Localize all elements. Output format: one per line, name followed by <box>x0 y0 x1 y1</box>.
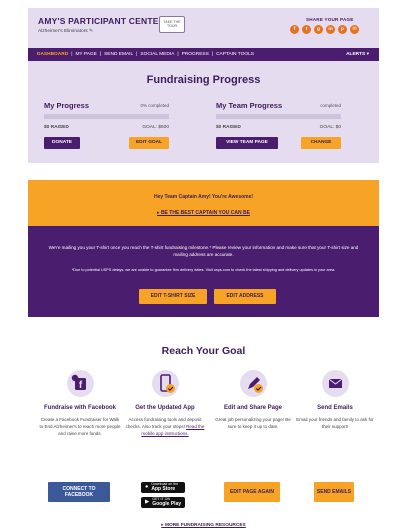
nav-separator: | <box>71 52 73 57</box>
google-plus-icon[interactable]: g <box>314 25 323 34</box>
nav-separator: | <box>177 52 179 57</box>
facebook-heading: Fundraise with Facebook <box>43 405 116 411</box>
nav-item-my-page[interactable]: MY PAGE <box>75 52 96 57</box>
tshirt-message: We're mailing you your T-shirt once you … <box>48 245 359 258</box>
send-emails-heading: Send Emails <box>317 405 353 411</box>
reach-goal-title: Reach Your Goal <box>161 345 246 357</box>
edit-share-page: Edit and Share Page Great job personaliz… <box>212 370 294 431</box>
team-name-link[interactable]: Alzheimer's Eliminators ✎ <box>38 29 93 34</box>
edit-goal-button[interactable]: EDIT GOAL <box>129 137 169 149</box>
section-title: Fundraising Progress <box>146 74 261 86</box>
facebook-description: Create a Facebook Fundraiser for Walk to… <box>39 416 121 436</box>
nav-items: DASHBOARD | MY PAGE | SEND EMAIL | SOCIAL MEDI… <box>37 48 254 61</box>
my-raised: $0 RAISED <box>44 125 69 130</box>
more-resources-link[interactable]: ▸ MORE FUNDRAISING RESOURCES <box>28 523 379 528</box>
main-nav: DASHBOARD | MY PAGE | SEND EMAIL | SOCIAL MEDI… <box>28 48 379 61</box>
nav-item-dashboard[interactable]: DASHBOARD <box>37 52 68 57</box>
pencil-check-icon <box>239 370 267 397</box>
edit-share-description: Great job personalizing your page! Be su… <box>215 416 291 429</box>
tshirt-note: *Due to potential USPS delays, we are un… <box>71 268 336 272</box>
alerts-dropdown[interactable]: ALERTS ▾ <box>346 48 369 61</box>
change-goal-button[interactable]: CHANGE <box>301 137 341 149</box>
edit-address-button[interactable]: EDIT ADDRESS <box>214 289 276 304</box>
app-heading: Get the Updated App <box>135 405 195 411</box>
nav-separator: | <box>136 52 138 57</box>
twitter-icon[interactable]: t <box>302 25 311 34</box>
apple-icon: ● <box>145 483 149 490</box>
envelope-icon <box>321 370 349 397</box>
connect-facebook-button[interactable]: CONNECT TO FACEBOOK <box>48 482 110 502</box>
share-label: SHARE YOUR PAGE <box>306 17 354 22</box>
team-raised: $0 RAISED <box>216 125 241 130</box>
fundraising-progress: Fundraising Progress My Progress 0% comp… <box>28 61 379 163</box>
google-play-badge[interactable]: ▶ GET IT ON Google Play <box>141 497 185 508</box>
team-progress: My Team Progress completed $0 RAISED GOA… <box>216 101 341 149</box>
app-store-label: App Store <box>151 485 176 492</box>
share-icons: f t g in p ✉ <box>290 25 359 34</box>
mobile-app: Get the Updated App Access fundraising t… <box>124 370 206 438</box>
send-emails-description: Email your friends and family to ask for… <box>296 416 374 429</box>
captain-message: Hey Team Captain Amy! You're Awesome! <box>153 194 254 200</box>
edit-page-again-button[interactable]: EDIT PAGE AGAIN <box>224 482 280 502</box>
facebook-fundraiser-icon: f <box>66 370 94 397</box>
captain-banner: Hey Team Captain Amy! You're Awesome! ▸ … <box>28 180 379 226</box>
tshirt-banner: We're mailing you your T-shirt once you … <box>28 226 379 317</box>
linkedin-icon[interactable]: in <box>326 25 335 34</box>
header: AMY'S PARTICIPANT CENTER TAKE THE TOUR A… <box>28 8 379 48</box>
play-icon: ▶ <box>145 498 150 505</box>
send-emails: Send Emails Email your friends and famil… <box>294 370 376 431</box>
google-play-label: Google Play <box>152 500 182 507</box>
edit-share-heading: Edit and Share Page <box>223 405 283 411</box>
my-progress-status: 0% completed <box>140 103 169 108</box>
nav-separator: | <box>99 52 102 57</box>
my-progress: My Progress 0% completed $0 RAISED GOAL:… <box>44 101 169 149</box>
my-progress-bar <box>44 114 169 119</box>
facebook-icon[interactable]: f <box>290 25 299 34</box>
nav-item-progress[interactable]: PROGRESS <box>182 52 209 57</box>
email-icon[interactable]: ✉ <box>350 25 359 34</box>
nav-separator: | <box>211 52 214 57</box>
my-goal: GOAL: $500 <box>142 125 169 130</box>
view-team-page-button[interactable]: VIEW TEAM PAGE <box>216 137 278 149</box>
team-progress-bar <box>216 114 341 119</box>
donate-button[interactable]: DONATE <box>44 137 80 149</box>
google-play-text: GET IT ON Google Play <box>152 497 182 507</box>
edit-tshirt-size-button[interactable]: EDIT T-SHIRT SIZE <box>139 289 207 304</box>
captain-resources-link[interactable]: ▸ BE THE BEST CAPTAIN YOU CAN BE <box>28 210 379 216</box>
nav-item-social-media[interactable]: SOCIAL MEDIA <box>140 52 174 57</box>
team-goal: GOAL: $0 <box>319 125 341 130</box>
send-emails-button[interactable]: SEND EMAILS <box>314 482 354 502</box>
app-store-badge[interactable]: ● Download on the App Store <box>141 482 185 493</box>
nav-item-captain-tools[interactable]: CAPTAIN TOOLS <box>216 52 254 57</box>
app-description: Access fundraising tools and deposit che… <box>124 417 206 438</box>
participant-center-page: AMY'S PARTICIPANT CENTER TAKE THE TOUR A… <box>28 8 379 531</box>
facebook-fundraiser: f Fundraise with Facebook Create a Faceb… <box>39 370 121 438</box>
app-store-text: Download on the App Store <box>151 482 178 492</box>
nav-item-send-email[interactable]: SEND EMAIL <box>104 52 133 57</box>
phone-check-icon <box>151 370 179 397</box>
page-title: AMY'S PARTICIPANT CENTER <box>38 16 165 26</box>
pinterest-icon[interactable]: p <box>338 25 347 34</box>
team-progress-status: completed <box>320 103 341 108</box>
take-tour-button[interactable]: TAKE THE TOUR <box>159 16 185 33</box>
